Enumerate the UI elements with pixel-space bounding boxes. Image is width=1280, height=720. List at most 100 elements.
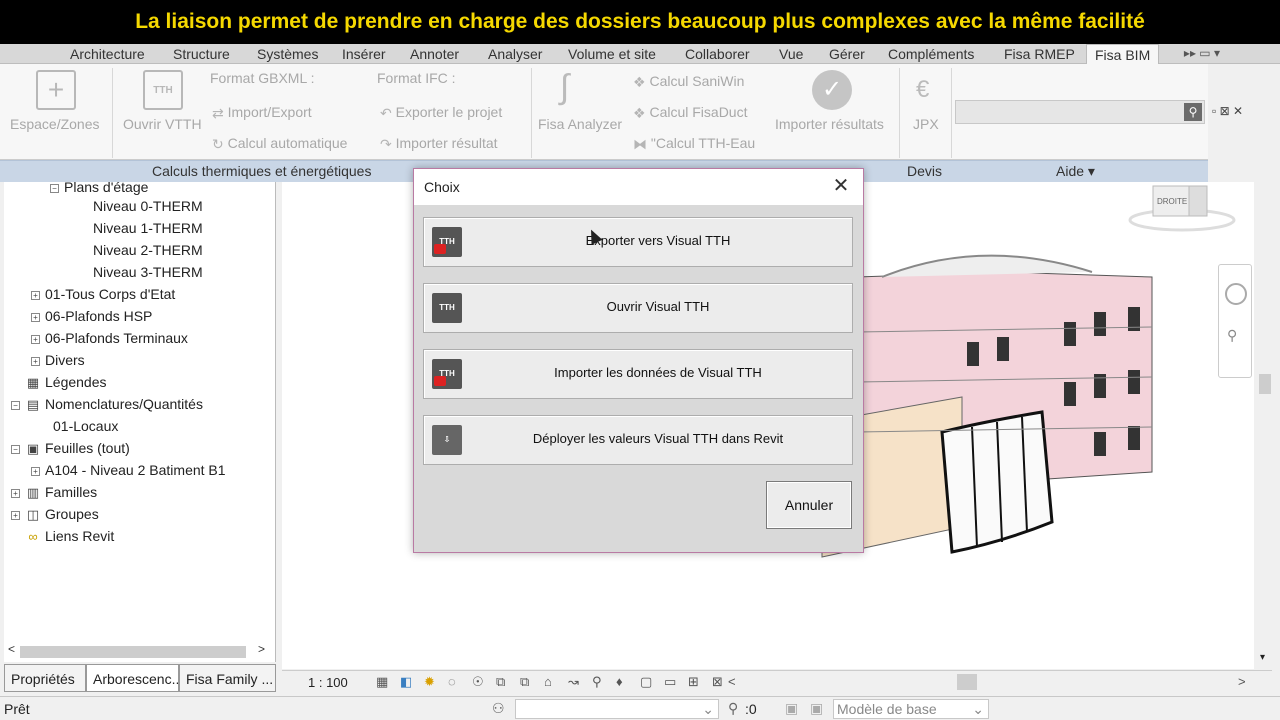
importer-donnees-button[interactable]: TTH Importer les données de Visual TTH	[423, 349, 853, 399]
tree-item-familles[interactable]: + ▥ Familles	[11, 481, 97, 503]
tree-item-tous-corps[interactable]: +01-Tous Corps d'Etat	[31, 283, 175, 305]
tab-fisa-bim[interactable]: Fisa BIM	[1086, 44, 1160, 65]
espace-zones-button[interactable]: Espace/Zones	[10, 116, 100, 132]
close-icon[interactable]: ✕	[831, 175, 851, 197]
tree-item-locaux[interactable]: 01-Locaux	[53, 415, 118, 437]
steering-wheel-icon[interactable]	[1225, 283, 1247, 305]
jpx-button[interactable]: JPX	[913, 116, 939, 132]
view-cube[interactable]: DROITE	[1128, 182, 1236, 232]
tree-item-plafonds-hsp[interactable]: +06-Plafonds HSP	[31, 305, 152, 327]
collapse-icon[interactable]: −	[11, 444, 20, 454]
expand-icon[interactable]: +	[31, 290, 40, 300]
tab-architecture[interactable]: Architecture	[70, 44, 145, 64]
tree-item-feuilles[interactable]: − ▣ Feuilles (tout)	[11, 437, 130, 459]
importer-resultats-button[interactable]: Importer résultats	[775, 116, 884, 132]
tree-item-a104[interactable]: + A104 - Niveau 2 Batiment B1	[31, 459, 226, 481]
analysis-model-icon[interactable]: ♦	[616, 674, 623, 689]
navigation-bar[interactable]: ⚲	[1218, 264, 1252, 378]
detail-level-icon[interactable]: ▦	[376, 674, 388, 690]
sun-path-icon[interactable]: ✹	[424, 674, 435, 690]
calcul-fisaduct-button[interactable]: ❖ Calcul FisaDuct	[633, 104, 747, 122]
tab-proprietes[interactable]: Propriétés	[4, 664, 86, 692]
help-search-input[interactable]: ⚲	[955, 100, 1205, 124]
exporter-projet-button[interactable]: ↶ Exporter le projet	[380, 104, 502, 122]
importer-resultat-button[interactable]: ↷ Importer résultat	[380, 135, 498, 153]
tree-item-plafonds-terminaux[interactable]: +06-Plafonds Terminaux	[31, 327, 188, 349]
scroll-left-icon[interactable]: <	[728, 674, 736, 689]
tab-inserer[interactable]: Insérer	[342, 44, 386, 64]
browser-horizontal-scrollbar[interactable]: < >	[8, 642, 270, 660]
tree-item-legendes[interactable]: ▦ Légendes	[25, 371, 107, 393]
tab-structure[interactable]: Structure	[173, 44, 230, 64]
tree-item-niveau-2[interactable]: Niveau 2-THERM	[93, 239, 203, 261]
editing-requests-icon[interactable]: ▣	[810, 700, 823, 717]
tab-fisa-family[interactable]: Fisa Family ...	[179, 664, 276, 692]
scrollbar-thumb[interactable]	[20, 646, 246, 658]
tab-volume-et-site[interactable]: Volume et site	[568, 44, 656, 64]
tree-item-niveau-1[interactable]: Niveau 1-THERM	[93, 217, 203, 239]
visual-style-icon[interactable]: ◧	[400, 674, 412, 690]
reveal-hidden-icon[interactable]: ⚲	[592, 674, 602, 690]
tree-item-divers[interactable]: + Divers	[31, 349, 85, 371]
scroll-left-icon[interactable]: <	[8, 642, 15, 656]
expand-icon[interactable]: +	[11, 510, 20, 520]
calcul-saniwin-button[interactable]: ❖ Calcul SaniWin	[633, 73, 744, 91]
scroll-right-icon[interactable]: >	[1238, 674, 1246, 689]
annuler-button[interactable]: Annuler	[766, 481, 852, 529]
expand-icon[interactable]: +	[31, 466, 40, 476]
ouvrir-vtth-button[interactable]: Ouvrir VTTH	[123, 116, 202, 132]
fisa-analyzer-button[interactable]: Fisa Analyzer	[538, 116, 622, 132]
deployer-valeurs-button[interactable]: ⇩ Déployer les valeurs Visual TTH dans R…	[423, 415, 853, 465]
view-scale[interactable]: 1 : 100	[308, 675, 348, 690]
expand-icon[interactable]: +	[11, 488, 20, 498]
worksets-icon[interactable]: ⊞	[688, 674, 699, 690]
import-export-button[interactable]: ⇄ Import/Export	[212, 104, 312, 122]
zoom-icon[interactable]: ⚲	[1227, 327, 1237, 344]
scrollbar-thumb[interactable]	[957, 674, 977, 690]
tab-systemes[interactable]: Systèmes	[257, 44, 318, 64]
tree-item-niveau-0[interactable]: Niveau 0-THERM	[93, 195, 203, 217]
expand-icon[interactable]: +	[31, 312, 40, 322]
calcul-tth-eau-button[interactable]: ⧓ "Calcul TTH-Eau	[633, 135, 755, 153]
tree-item-groupes[interactable]: + ◫ Groupes	[11, 503, 99, 525]
exporter-visual-tth-button[interactable]: TTH Exporter vers Visual TTH	[423, 217, 853, 267]
collapse-icon[interactable]: −	[50, 183, 59, 193]
shadows-icon[interactable]: ◌	[448, 674, 456, 689]
workset-icon[interactable]: ⚇	[492, 700, 505, 717]
tree-item-liens-revit[interactable]: ∞ Liens Revit	[25, 525, 114, 547]
lock-3d-icon[interactable]: ⌂	[544, 674, 552, 689]
highlight-icon[interactable]: ▢	[640, 674, 652, 690]
scrollbar-thumb[interactable]	[1259, 374, 1271, 394]
ouvrir-visual-tth-button[interactable]: TTH Ouvrir Visual TTH	[423, 283, 853, 333]
search-icon[interactable]: ⚲	[1184, 103, 1202, 121]
temporary-hide-icon[interactable]: ↝	[568, 674, 579, 690]
tab-annoter[interactable]: Annoter	[410, 44, 459, 64]
constraints-icon[interactable]: ▭	[664, 674, 676, 690]
scroll-down-icon[interactable]: ▾	[1260, 652, 1265, 663]
expand-icon[interactable]: +	[31, 334, 40, 344]
editable-only-icon[interactable]: ▣	[785, 700, 798, 717]
tree-item-niveau-3[interactable]: Niveau 3-THERM	[93, 261, 203, 283]
design-option-selector[interactable]: Modèle de base ⌄	[833, 699, 989, 719]
tab-analyser[interactable]: Analyser	[488, 44, 542, 64]
canvas-vertical-scrollbar[interactable]: ▾	[1256, 182, 1274, 669]
group-aide-label[interactable]: Aide ▾	[1056, 163, 1095, 180]
tab-complements[interactable]: Compléments	[888, 44, 974, 64]
collapse-icon[interactable]: −	[11, 400, 20, 410]
tab-gerer[interactable]: Gérer	[829, 44, 865, 64]
tab-collaborer[interactable]: Collaborer	[685, 44, 750, 64]
ribbon-options-icon[interactable]: ▸▸ ▭ ▾	[1184, 46, 1220, 60]
render-icon[interactable]: ☉	[472, 674, 484, 690]
crop-view-icon[interactable]: ⧉	[496, 674, 505, 690]
window-controls-icon[interactable]: ▫ ⊠ ✕	[1212, 104, 1243, 118]
workset-selector[interactable]: ⌄	[515, 699, 719, 719]
tree-item-nomenclatures[interactable]: − ▤ Nomenclatures/Quantités	[11, 393, 203, 415]
show-crop-icon[interactable]: ⧉	[520, 674, 529, 690]
hide-elements-icon[interactable]: ⊠	[712, 674, 723, 690]
calcul-automatique-button[interactable]: ↻ Calcul automatique	[212, 135, 347, 153]
expand-icon[interactable]: +	[31, 356, 40, 366]
tab-fisa-rmep[interactable]: Fisa RMEP	[1004, 44, 1075, 64]
tab-vue[interactable]: Vue	[779, 44, 803, 64]
tab-arborescence[interactable]: Arborescenc...	[86, 664, 179, 692]
filter-icon[interactable]: ⚲	[728, 700, 738, 717]
